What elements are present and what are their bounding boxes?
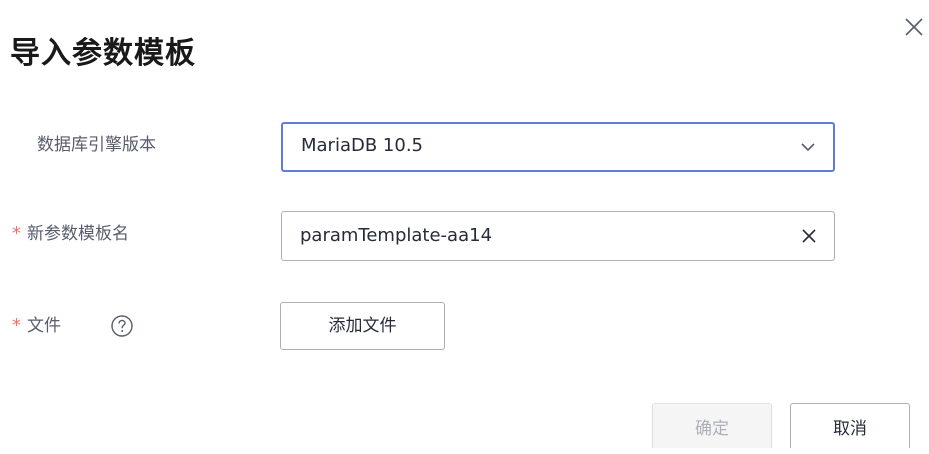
template-name-label-row: * 新参数模板名 xyxy=(12,222,129,246)
required-mark: * xyxy=(12,223,21,244)
required-mark: * xyxy=(12,315,21,336)
engine-version-value: MariaDB 10.5 xyxy=(301,135,424,156)
chevron-down-icon xyxy=(797,136,819,158)
add-file-button[interactable]: 添加文件 xyxy=(280,302,445,350)
question-circle-icon[interactable] xyxy=(110,314,134,338)
file-label: 文件 xyxy=(27,316,61,336)
import-template-dialog: 导入参数模板 数据库引擎版本 MariaDB 10.5 * 新参数模板名 para… xyxy=(0,0,929,448)
clear-icon[interactable] xyxy=(798,225,820,247)
template-name-input[interactable]: paramTemplate-aa14 xyxy=(281,211,835,261)
template-name-label: 新参数模板名 xyxy=(27,224,129,244)
close-icon[interactable] xyxy=(899,12,929,42)
cancel-button[interactable]: 取消 xyxy=(790,403,910,448)
template-name-value: paramTemplate-aa14 xyxy=(300,225,493,246)
engine-version-select[interactable]: MariaDB 10.5 xyxy=(281,122,835,172)
engine-version-label: 数据库引擎版本 xyxy=(37,135,156,155)
file-label-row: * 文件 xyxy=(12,314,61,338)
dialog-title: 导入参数模板 xyxy=(10,36,196,71)
confirm-button[interactable]: 确定 xyxy=(652,403,772,448)
